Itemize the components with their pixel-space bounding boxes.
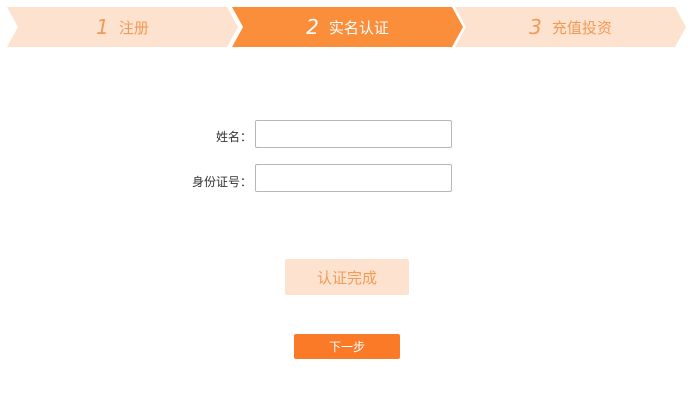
id-number-input[interactable]	[255, 164, 452, 192]
name-input[interactable]	[255, 120, 452, 148]
verify-complete-button[interactable]: 认证完成	[285, 259, 409, 295]
step-register: 1 注册	[7, 7, 238, 47]
progress-steps: 1 注册 2 实名认证 3 充值投资	[0, 0, 695, 52]
step-verify-number: 2	[306, 15, 319, 39]
step-invest: 3 充值投资	[455, 7, 686, 47]
id-number-label: 身份证号：	[191, 175, 252, 189]
step-register-number: 1	[96, 15, 109, 39]
step-verify: 2 实名认证	[232, 7, 463, 47]
name-label: 姓名：	[215, 130, 252, 144]
step-verify-label: 实名认证	[328, 18, 389, 37]
step-register-label: 注册	[118, 18, 149, 37]
next-step-button[interactable]: 下一步	[294, 334, 400, 359]
step-invest-label: 充值投资	[551, 18, 612, 37]
step-invest-number: 3	[529, 15, 542, 39]
